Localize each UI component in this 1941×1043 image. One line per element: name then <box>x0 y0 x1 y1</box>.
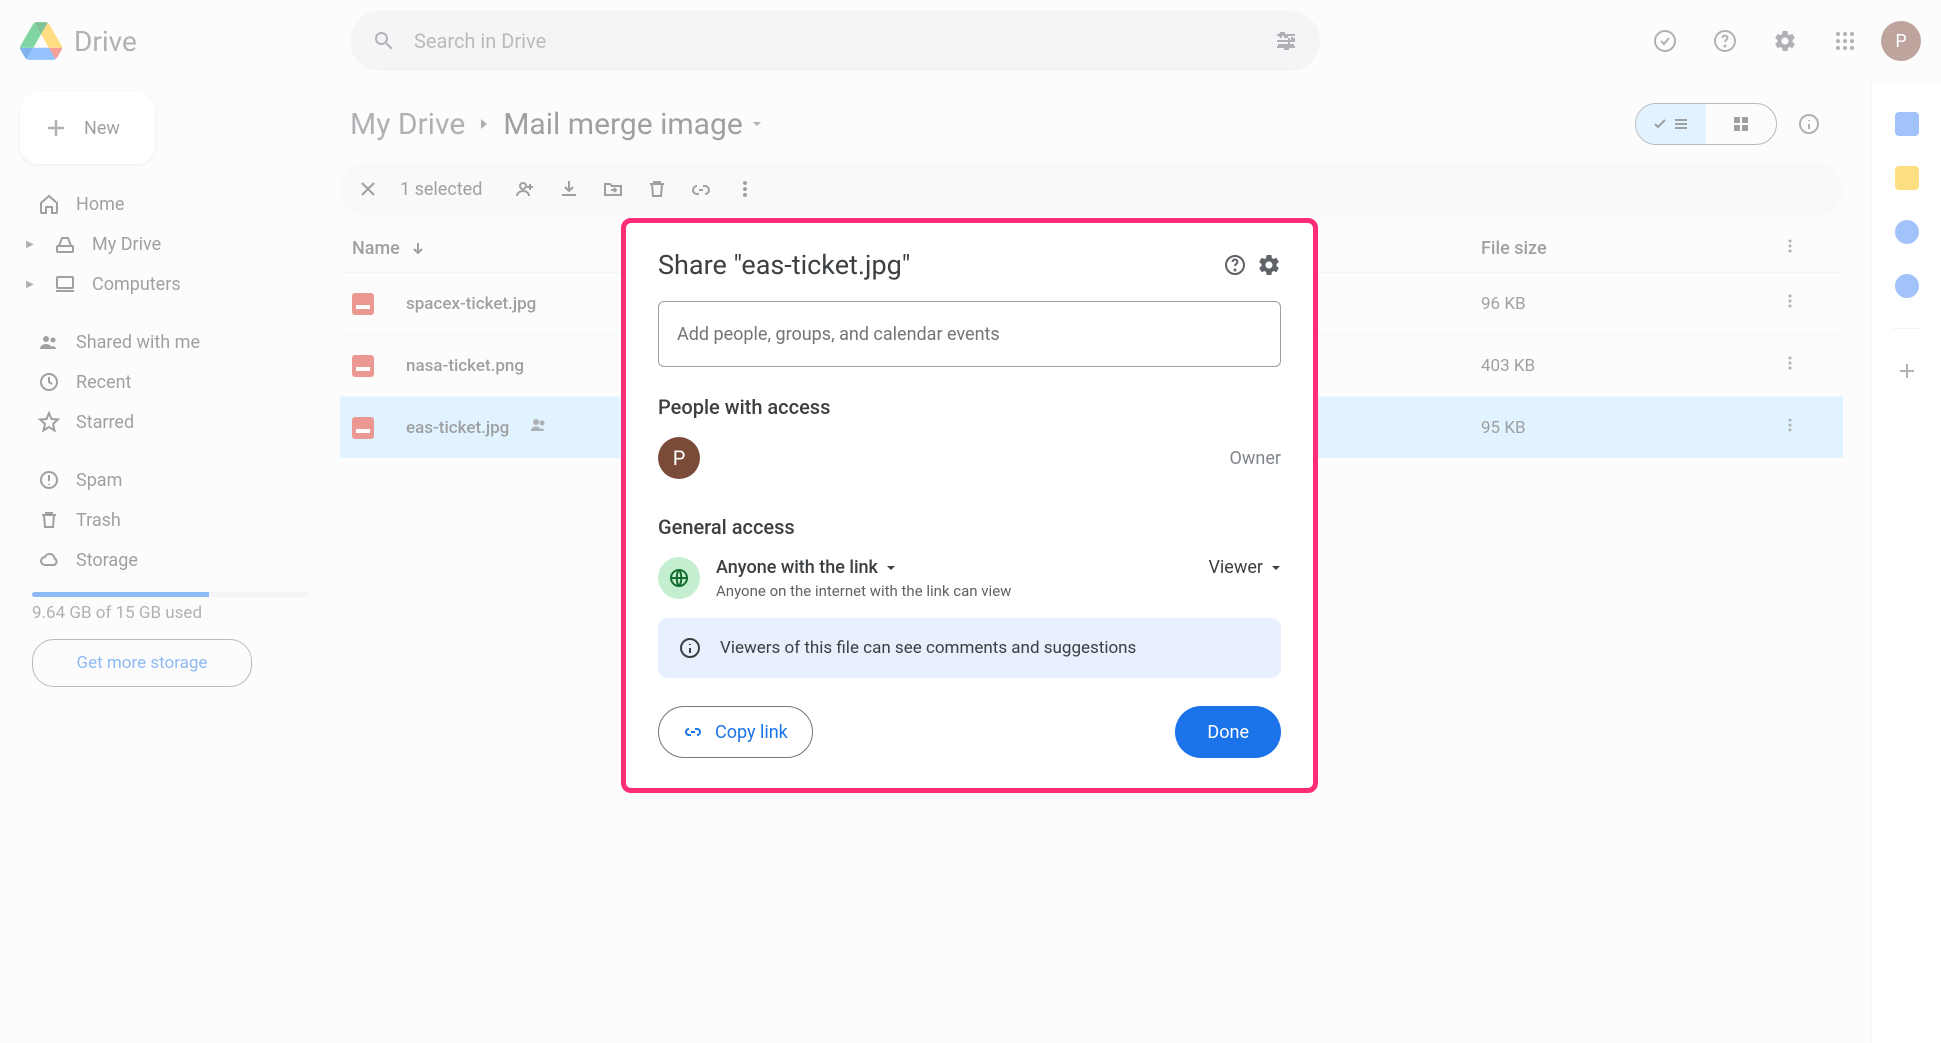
info-banner: Viewers of this file can see comments an… <box>658 618 1281 678</box>
copy-link-label: Copy link <box>715 722 788 743</box>
owner-avatar: P <box>658 437 700 479</box>
done-button[interactable]: Done <box>1175 706 1281 758</box>
add-people-input[interactable] <box>658 301 1281 367</box>
link-scope-select[interactable]: Anyone with the link <box>716 557 1192 578</box>
general-access-row: Anyone with the link Anyone on the inter… <box>658 557 1281 600</box>
dropdown-icon <box>886 563 896 573</box>
people-access-title: People with access <box>658 395 1281 419</box>
copy-link-button[interactable]: Copy link <box>658 706 813 758</box>
general-access-title: General access <box>658 515 1281 539</box>
owner-row: P Owner <box>658 437 1281 479</box>
role-select[interactable]: Viewer <box>1208 557 1281 578</box>
info-text: Viewers of this file can see comments an… <box>720 638 1136 658</box>
share-dialog: Share "eas-ticket.jpg" People with acces… <box>621 218 1318 793</box>
owner-role: Owner <box>1230 448 1282 469</box>
dialog-title: Share "eas-ticket.jpg" <box>658 249 1213 281</box>
dropdown-icon <box>1271 563 1281 573</box>
link-scope-desc: Anyone on the internet with the link can… <box>716 582 1192 600</box>
help-icon[interactable] <box>1223 253 1247 277</box>
info-icon <box>678 636 702 660</box>
link-icon <box>683 722 703 742</box>
settings-gear-icon[interactable] <box>1257 253 1281 277</box>
globe-icon <box>658 557 700 599</box>
